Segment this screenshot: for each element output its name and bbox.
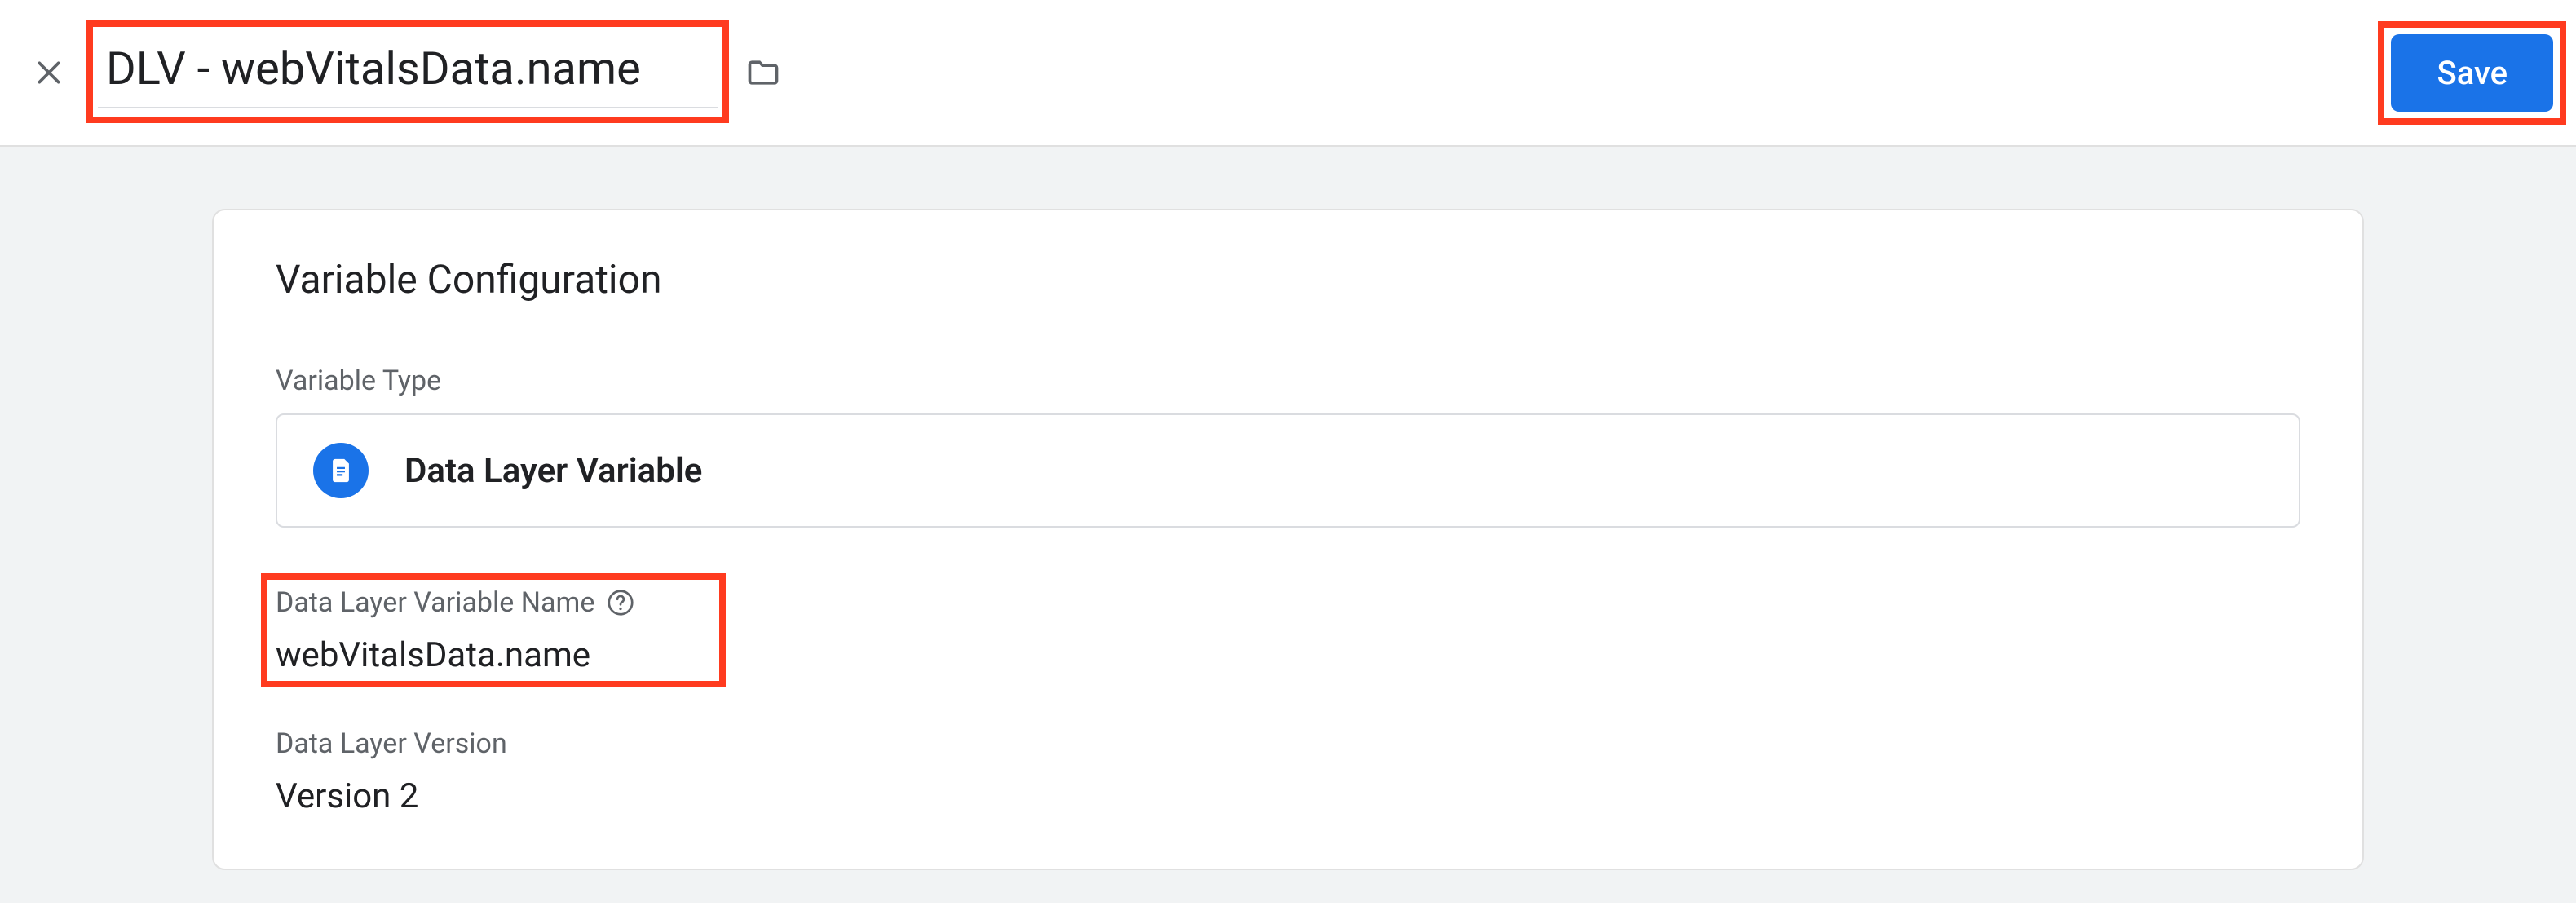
save-button[interactable]: Save xyxy=(2391,34,2553,112)
folder-button[interactable] xyxy=(737,46,789,99)
dlv-name-help[interactable] xyxy=(606,588,635,617)
editor-header: Save xyxy=(0,0,2576,147)
dlv-name-value: webVitalsData.name xyxy=(276,635,2300,675)
card-title: Variable Configuration xyxy=(276,256,2300,303)
dlv-name-label: Data Layer Variable Name xyxy=(276,586,2300,619)
dlv-version-label: Data Layer Version xyxy=(276,727,2300,760)
dlv-version-block: Data Layer Version Version 2 xyxy=(276,727,2300,816)
variable-config-card: Variable Configuration Variable Type Dat… xyxy=(212,209,2364,870)
dlv-name-label-text: Data Layer Variable Name xyxy=(276,586,594,619)
folder-icon xyxy=(745,55,781,91)
dlv-version-value: Version 2 xyxy=(276,776,2300,816)
variable-name-wrap xyxy=(98,37,718,108)
close-button[interactable] xyxy=(23,46,75,99)
variable-type-name: Data Layer Variable xyxy=(404,451,702,491)
editor-canvas: Variable Configuration Variable Type Dat… xyxy=(0,147,2576,903)
dlv-name-block: Data Layer Variable Name webVitalsData.n… xyxy=(276,586,2300,675)
close-icon xyxy=(33,56,65,89)
variable-type-label: Variable Type xyxy=(276,365,2300,397)
save-button-wrap: Save xyxy=(2391,34,2553,112)
variable-type-selector[interactable]: Data Layer Variable xyxy=(276,413,2300,528)
variable-name-input[interactable] xyxy=(98,37,718,108)
data-layer-variable-icon xyxy=(313,443,369,498)
help-icon xyxy=(606,588,635,617)
